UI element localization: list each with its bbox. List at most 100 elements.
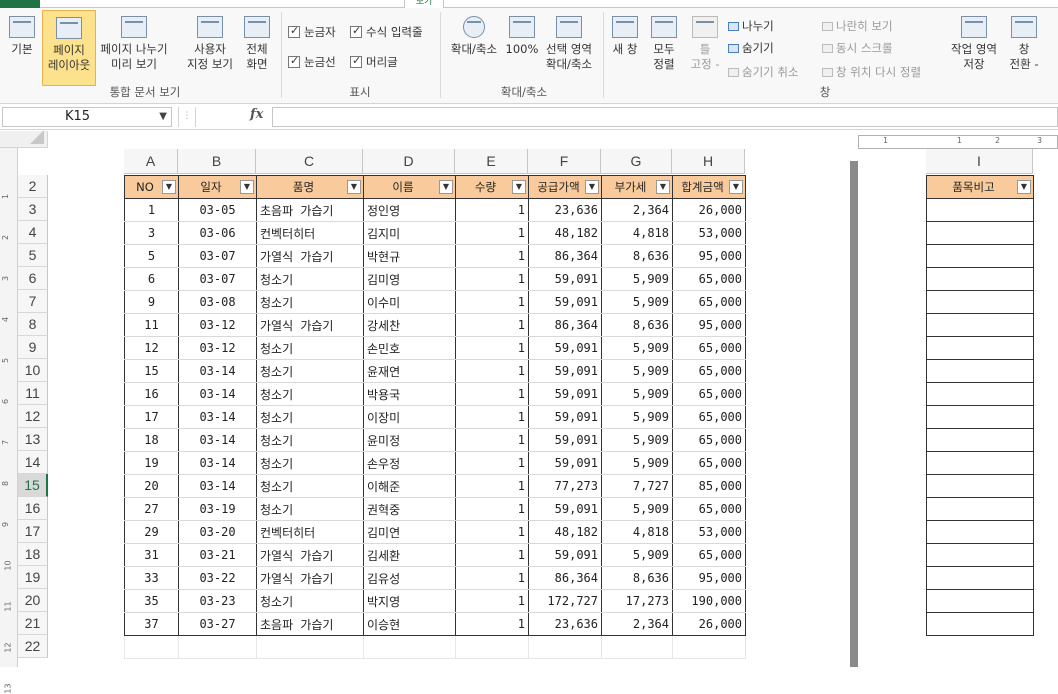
insert-function-icon[interactable]: fx xyxy=(250,107,263,122)
table-cell[interactable] xyxy=(124,635,179,659)
table-cell[interactable]: 59,091 xyxy=(528,267,602,291)
row-header[interactable]: 17 xyxy=(18,520,48,543)
table-cell[interactable]: 35 xyxy=(124,589,179,613)
zoom-button[interactable]: 확대/축소 xyxy=(444,16,504,78)
row-header[interactable]: 11 xyxy=(18,382,48,405)
hide-button[interactable]: 숨기기 xyxy=(728,40,774,56)
table-cell[interactable]: 03-14 xyxy=(178,428,257,452)
table-cell[interactable]: 9 xyxy=(124,290,179,314)
row-header[interactable]: 15 xyxy=(18,474,48,497)
split-button[interactable]: 나누기 xyxy=(728,18,774,34)
table-cell[interactable] xyxy=(926,267,1034,291)
file-tab[interactable] xyxy=(0,0,40,8)
table-cell[interactable]: 김미연 xyxy=(363,520,456,544)
table-cell[interactable]: 5,909 xyxy=(601,428,673,452)
table-cell[interactable]: 03-07 xyxy=(178,244,257,268)
table-cell[interactable] xyxy=(926,451,1034,475)
select-all-corner[interactable] xyxy=(0,130,48,148)
table-cell[interactable]: 강세찬 xyxy=(363,313,456,337)
table-cell[interactable]: 5,909 xyxy=(601,359,673,383)
full-screen-button[interactable]: 전체 화면 xyxy=(240,16,274,78)
table-cell[interactable]: 03-14 xyxy=(178,382,257,406)
table-cell[interactable]: 59,091 xyxy=(528,405,602,429)
table-cell[interactable]: 1 xyxy=(455,474,529,498)
filter-dropdown-icon[interactable]: ▼ xyxy=(347,180,361,194)
table-cell[interactable]: 박현규 xyxy=(363,244,456,268)
filter-dropdown-icon[interactable]: ▼ xyxy=(240,180,254,194)
table-cell[interactable]: 172,727 xyxy=(528,589,602,613)
table-cell[interactable] xyxy=(926,474,1034,498)
table-cell[interactable]: 26,000 xyxy=(672,612,746,636)
column-header[interactable]: G xyxy=(601,149,672,174)
table-cell[interactable]: 1 xyxy=(455,428,529,452)
normal-view-button[interactable]: 기본 xyxy=(4,16,40,78)
row-header[interactable]: 8 xyxy=(18,313,48,336)
table-cell[interactable] xyxy=(926,244,1034,268)
table-cell[interactable]: 1 xyxy=(455,566,529,590)
custom-views-button[interactable]: 사용자 지정 보기 xyxy=(182,16,238,78)
formula-bar-grip-icon[interactable]: ⋮ xyxy=(178,107,196,127)
filter-dropdown-icon[interactable]: ▼ xyxy=(729,180,743,194)
row-header[interactable]: 16 xyxy=(18,497,48,520)
table-cell[interactable] xyxy=(926,566,1034,590)
table-cell[interactable]: 3 xyxy=(124,221,179,245)
row-header[interactable]: 9 xyxy=(18,336,48,359)
page-break-preview-button[interactable]: 페이지 나누기 미리 보기 xyxy=(96,16,172,78)
column-header[interactable]: H xyxy=(672,149,745,174)
table-cell[interactable]: 이수미 xyxy=(363,290,456,314)
formula-input[interactable] xyxy=(272,107,1058,127)
table-cell[interactable]: 8,636 xyxy=(601,566,673,590)
table-cell[interactable] xyxy=(926,520,1034,544)
table-cell[interactable]: 가열식 가습기 xyxy=(256,244,364,268)
table-cell[interactable]: 03-19 xyxy=(178,497,257,521)
table-cell[interactable]: 8,636 xyxy=(601,244,673,268)
table-cell[interactable] xyxy=(926,290,1034,314)
table-cell[interactable]: 03-05 xyxy=(178,198,257,222)
table-cell[interactable] xyxy=(926,336,1034,360)
table-cell[interactable]: 김유성 xyxy=(363,566,456,590)
table-cell[interactable]: 1 xyxy=(455,451,529,475)
table-cell[interactable]: 65,000 xyxy=(672,359,746,383)
table-cell[interactable]: 8,636 xyxy=(601,313,673,337)
row-header[interactable]: 5 xyxy=(18,244,48,267)
table-cell[interactable]: 65,000 xyxy=(672,405,746,429)
table-cell[interactable]: 03-22 xyxy=(178,566,257,590)
table-cell[interactable]: 가열식 가습기 xyxy=(256,313,364,337)
table-cell[interactable]: 03-12 xyxy=(178,313,257,337)
table-cell[interactable]: 김세환 xyxy=(363,543,456,567)
table-cell[interactable]: 1 xyxy=(455,244,529,268)
table-cell[interactable]: 53,000 xyxy=(672,221,746,245)
table-cell[interactable]: 이해준 xyxy=(363,474,456,498)
table-cell[interactable]: 5,909 xyxy=(601,336,673,360)
table-cell[interactable]: 03-14 xyxy=(178,451,257,475)
table-cell[interactable]: 59,091 xyxy=(528,290,602,314)
table-cell[interactable]: 4,818 xyxy=(601,520,673,544)
table-cell[interactable]: 청소기 xyxy=(256,589,364,613)
ruler-checkbox[interactable]: 눈금자 xyxy=(288,24,336,40)
table-cell[interactable]: 박지영 xyxy=(363,589,456,613)
table-cell[interactable]: 1 xyxy=(455,497,529,521)
table-cell[interactable]: 손민호 xyxy=(363,336,456,360)
table-cell[interactable]: 컨벡터히터 xyxy=(256,520,364,544)
table-cell[interactable]: 95,000 xyxy=(672,244,746,268)
table-cell[interactable] xyxy=(926,221,1034,245)
arrange-all-button[interactable]: 모두 정렬 xyxy=(646,16,682,86)
reset-window-position-button[interactable]: 창 위치 다시 정렬 xyxy=(822,64,921,80)
table-cell[interactable]: 청소기 xyxy=(256,497,364,521)
table-cell[interactable]: 1 xyxy=(455,221,529,245)
table-cell[interactable]: 59,091 xyxy=(528,382,602,406)
table-cell[interactable]: 1 xyxy=(455,589,529,613)
table-cell[interactable]: 5,909 xyxy=(601,451,673,475)
table-cell[interactable]: 박용국 xyxy=(363,382,456,406)
table-cell[interactable]: 5,909 xyxy=(601,405,673,429)
table-cell[interactable]: 청소기 xyxy=(256,290,364,314)
table-cell[interactable]: 7,727 xyxy=(601,474,673,498)
table-cell[interactable]: 86,364 xyxy=(528,244,602,268)
headings-checkbox[interactable]: 머리글 xyxy=(350,54,398,70)
table-cell[interactable]: 59,091 xyxy=(528,336,602,360)
table-cell[interactable] xyxy=(256,635,364,659)
table-cell[interactable]: 19 xyxy=(124,451,179,475)
table-cell[interactable]: 48,182 xyxy=(528,221,602,245)
table-cell[interactable]: 03-14 xyxy=(178,359,257,383)
table-cell[interactable]: 03-14 xyxy=(178,405,257,429)
